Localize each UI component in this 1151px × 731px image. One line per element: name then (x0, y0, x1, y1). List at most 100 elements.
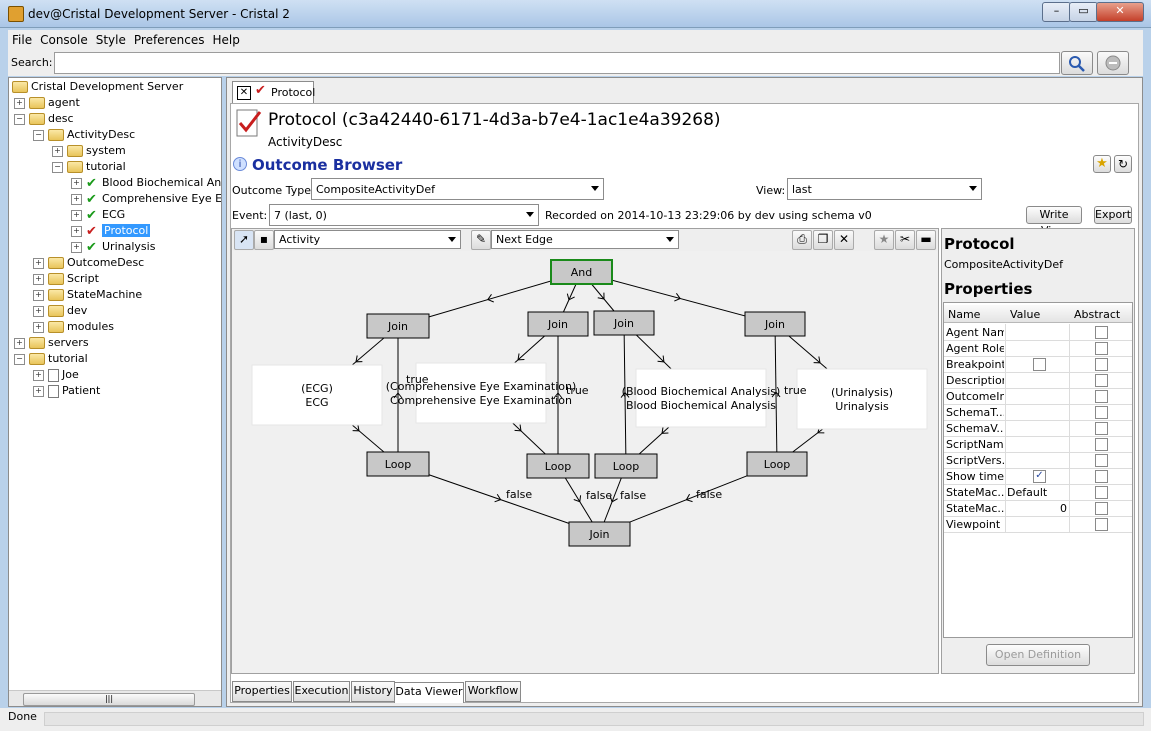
property-abstract-checkbox[interactable] (1095, 326, 1108, 339)
graph-node-join2[interactable]: Join (527, 311, 589, 337)
collapse-icon[interactable]: − (14, 353, 25, 365)
property-abstract-checkbox[interactable] (1095, 438, 1108, 451)
property-value[interactable]: Default (1007, 486, 1067, 499)
property-abstract-checkbox[interactable] (1095, 422, 1108, 435)
expand-icon[interactable]: + (33, 257, 44, 269)
tab-properties[interactable]: Properties (232, 681, 292, 702)
maximize-button[interactable]: ▭ (1069, 2, 1098, 22)
activity-tool-button[interactable]: ▪ (254, 230, 274, 250)
select-tool-button[interactable]: ➚ (234, 230, 254, 250)
tree-node[interactable]: + ✔ Blood Biochemical Analysis (71, 175, 221, 191)
graph-node-loop4[interactable]: Loop (746, 451, 808, 477)
property-abstract-checkbox[interactable] (1095, 470, 1108, 483)
tree-node[interactable]: + Joe (33, 367, 79, 383)
expand-icon[interactable]: + (33, 289, 44, 301)
search-button[interactable] (1061, 51, 1093, 75)
expand-icon[interactable]: + (71, 241, 82, 253)
delete-button[interactable]: ✕ (834, 230, 854, 250)
property-value-checkbox[interactable] (1033, 358, 1046, 371)
expand-icon[interactable]: + (33, 305, 44, 317)
tree-node[interactable]: + agent (14, 95, 80, 111)
graph-node-ecg[interactable]: (ECG)ECG (251, 364, 383, 426)
tab-protocol[interactable]: ✕ ✔ Protocol (232, 81, 315, 103)
graph-node-urin[interactable]: (Urinalysis)Urinalysis (796, 368, 928, 430)
close-tab-icon[interactable]: ✕ (237, 86, 251, 100)
graph-node-blood[interactable]: (Blood Biochemical Analysis)Blood Bioche… (622, 368, 781, 428)
export-button[interactable]: Export (1094, 206, 1132, 224)
scroll-thumb[interactable]: ||| (23, 693, 195, 706)
tree-node[interactable]: − desc (14, 111, 74, 127)
tree-node[interactable]: + OutcomeDesc (33, 255, 144, 271)
reload-button[interactable]: ↻ (1114, 155, 1132, 173)
tree-node[interactable]: + StateMachine (33, 287, 142, 303)
open-button[interactable]: ▬ (916, 230, 936, 250)
graph-node-joinEnd[interactable]: Join (568, 521, 631, 547)
property-abstract-checkbox[interactable] (1095, 374, 1108, 387)
property-abstract-checkbox[interactable] (1095, 454, 1108, 467)
property-value-checkbox[interactable]: ✓ (1033, 470, 1046, 483)
edge-type-select[interactable]: Next Edge (491, 230, 679, 249)
minimize-button[interactable]: – (1042, 2, 1071, 22)
tree-node[interactable]: + ✔ Urinalysis (71, 239, 155, 255)
close-window-button[interactable]: ✕ (1096, 2, 1144, 22)
stop-search-button[interactable] (1097, 51, 1129, 75)
event-select[interactable]: 7 (last, 0) (269, 204, 539, 226)
graph-node-and[interactable]: And (550, 259, 613, 285)
property-abstract-checkbox[interactable] (1095, 406, 1108, 419)
menu-console[interactable]: Console (36, 30, 92, 47)
graph-node-join3[interactable]: Join (593, 310, 655, 336)
graph-node-loop2[interactable]: Loop (526, 453, 590, 479)
menu-style[interactable]: Style (92, 30, 130, 47)
expand-icon[interactable]: + (71, 193, 82, 205)
tree-node[interactable]: − tutorial (52, 159, 126, 175)
outcome-type-select[interactable]: CompositeActivityDef (311, 178, 604, 200)
property-abstract-checkbox[interactable] (1095, 518, 1108, 531)
menu-help[interactable]: Help (208, 30, 243, 47)
graph-node-join1[interactable]: Join (366, 313, 430, 339)
tree-node[interactable]: + modules (33, 319, 114, 335)
write-view-button[interactable]: Write View (1026, 206, 1082, 237)
menu-preferences[interactable]: Preferences (130, 30, 209, 47)
expand-icon[interactable]: + (33, 321, 44, 333)
tree-node[interactable]: + ✔ Protocol (71, 223, 151, 239)
tab-history[interactable]: History (351, 681, 395, 702)
tree-node[interactable]: + Script (33, 271, 99, 287)
tree-node[interactable]: + ✔ ECG (71, 207, 125, 223)
property-abstract-checkbox[interactable] (1095, 358, 1108, 371)
edge-tool-button[interactable]: ✎ (471, 230, 491, 250)
tree-node[interactable]: + system (52, 143, 126, 159)
property-abstract-checkbox[interactable] (1095, 486, 1108, 499)
tree-node[interactable]: + dev (33, 303, 87, 319)
menu-file[interactable]: File (8, 30, 36, 47)
copy-button[interactable]: ❐ (813, 230, 833, 250)
expand-icon[interactable]: + (14, 97, 25, 109)
collapse-icon[interactable]: − (52, 161, 63, 173)
collapse-icon[interactable]: − (14, 113, 25, 125)
view-select[interactable]: last (787, 178, 982, 200)
tree-node[interactable]: + servers (14, 335, 89, 351)
expand-icon[interactable]: + (52, 145, 63, 157)
graph-node-join4[interactable]: Join (744, 311, 806, 337)
tools-button[interactable]: ✂ (895, 230, 915, 250)
expand-icon[interactable]: + (33, 273, 44, 285)
expand-icon[interactable]: + (14, 337, 25, 349)
tree-node[interactable]: − tutorial (14, 351, 88, 367)
tab-data-viewer[interactable]: Data Viewer (394, 682, 464, 703)
graph-node-loop3[interactable]: Loop (594, 453, 658, 479)
property-value[interactable]: 0 (1007, 502, 1067, 515)
tree-horizontal-scrollbar[interactable]: ||| (9, 690, 221, 706)
graph-node-loop1[interactable]: Loop (366, 451, 430, 477)
collapse-icon[interactable]: − (33, 129, 44, 141)
favourite-button[interactable]: ★ (1093, 155, 1111, 173)
tree-node[interactable]: + ✔ Comprehensive Eye Examination (71, 191, 221, 207)
new-button[interactable]: ★ (874, 230, 894, 250)
expand-icon[interactable]: + (71, 177, 82, 189)
expand-icon[interactable]: + (71, 209, 82, 221)
tree-node[interactable]: + Patient (33, 383, 100, 399)
search-input[interactable] (54, 52, 1060, 74)
property-abstract-checkbox[interactable] (1095, 390, 1108, 403)
graph-node-eye[interactable]: (Comprehensive Eye Examination)Comprehen… (386, 362, 577, 424)
tree-node[interactable]: Cristal Development Server (12, 79, 183, 95)
expand-icon[interactable]: + (71, 225, 82, 237)
property-abstract-checkbox[interactable] (1095, 502, 1108, 515)
